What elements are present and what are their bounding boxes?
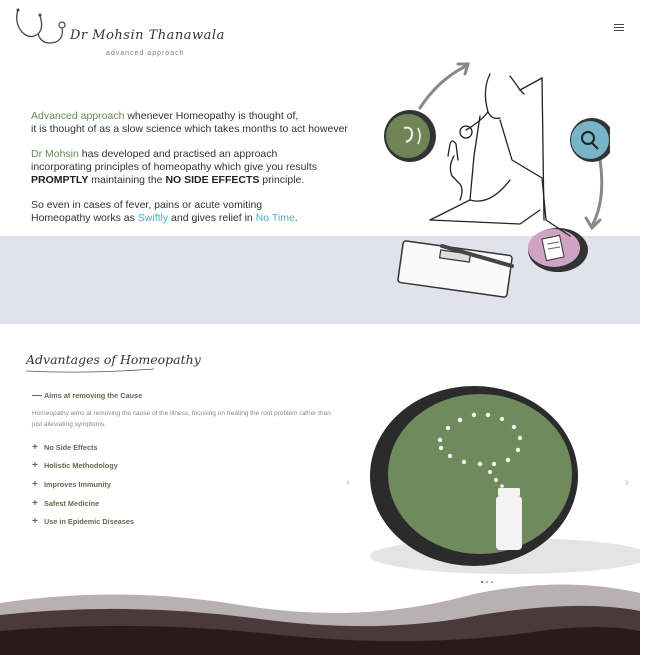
accordion-item-open[interactable]: — Aims at removing the Cause [32,386,332,405]
accordion-item-label: Improves Immunity [44,479,111,489]
ear-icon [384,110,436,162]
heading-underline [26,368,155,373]
intro-paragraph-1: Advanced approach whenever Homeopathy is… [31,110,381,136]
accent-text: Advanced approach [31,110,125,122]
accordion-item-immunity[interactable]: + Improves Immunity [32,475,332,494]
accordion-item-label: Aims at removing the Cause [44,390,143,400]
accent-text: No Time [255,212,295,224]
footer-waves [0,584,640,655]
bold-text: PROMPTLY [31,174,89,186]
advantages-accordion: — Aims at removing the Cause Homeopathy … [32,386,332,531]
intro-text-span: incorporating principles of homeopathy w… [31,161,317,173]
stethoscope-logo-icon [16,8,66,44]
site-logo[interactable]: Dr Mohsin Thanawala advanced approach [12,6,224,58]
intro-paragraph-3: So even in cases of fever, pains or acut… [31,199,381,225]
minus-icon: — [32,389,42,401]
plus-icon: + [32,441,38,453]
carousel-prev-button[interactable]: ‹ [346,475,350,489]
plus-icon: + [32,460,38,472]
intro-text-span: maintaining the [88,174,166,186]
intro-text: Advanced approach whenever Homeopathy is… [31,110,381,237]
intro-text-span: whenever Homeopathy is thought of, [124,110,299,122]
hamburger-icon[interactable] [614,24,624,32]
accordion-item-no-side-effects[interactable]: + No Side Effects [32,438,332,457]
intro-paragraph-2: Dr Mohsin has developed and practised an… [31,148,381,187]
doctor-illustration [384,62,610,298]
medicine-bottle-icon [496,488,522,550]
accordion-item-holistic[interactable]: + Holistic Methodology [32,456,332,475]
intro-text-span: principle. [259,174,305,186]
accordion-item-label: No Side Effects [44,442,98,452]
intro-text-span: and gives relief in [168,212,256,224]
logo-name: Dr Mohsin Thanawala [70,28,225,43]
plus-icon: + [32,516,38,528]
accordion-item-body: Homeopathy aims at removing the cause of… [32,409,331,428]
clipboard-icon [397,240,514,298]
intro-text-span: has developed and practised an approach [78,148,278,160]
intro-text-span: . [294,212,298,224]
intro-text-span: Homeopathy works as [31,212,138,224]
accordion-item-epidemic[interactable]: + Use in Epidemic Diseases [32,512,332,531]
plus-icon: + [32,497,38,509]
intro-text-span: So even in cases of fever, pains or acut… [31,199,263,211]
accordion-item-label: Use in Epidemic Diseases [44,517,135,527]
accent-text: Dr Mohsin [31,148,79,160]
logo-tagline: advanced approach [106,50,185,57]
prescription-icon [528,228,588,272]
accordion-item-label: Holistic Methodology [44,461,118,471]
carousel-slide-illustration [370,386,640,574]
advantages-heading: Advantages of Homeopathy [26,352,201,367]
accordion-item-label: Safest Medicine [44,498,100,508]
intro-text-span: it is thought of as a slow science which… [31,123,348,135]
accent-text: Swiftly [137,212,169,224]
search-icon [570,118,610,162]
bold-text: NO SIDE EFFECTS [165,174,260,186]
accordion-item-safest[interactable]: + Safest Medicine [32,494,332,513]
plus-icon: + [32,478,38,490]
carousel-next-button[interactable]: › [625,475,629,489]
